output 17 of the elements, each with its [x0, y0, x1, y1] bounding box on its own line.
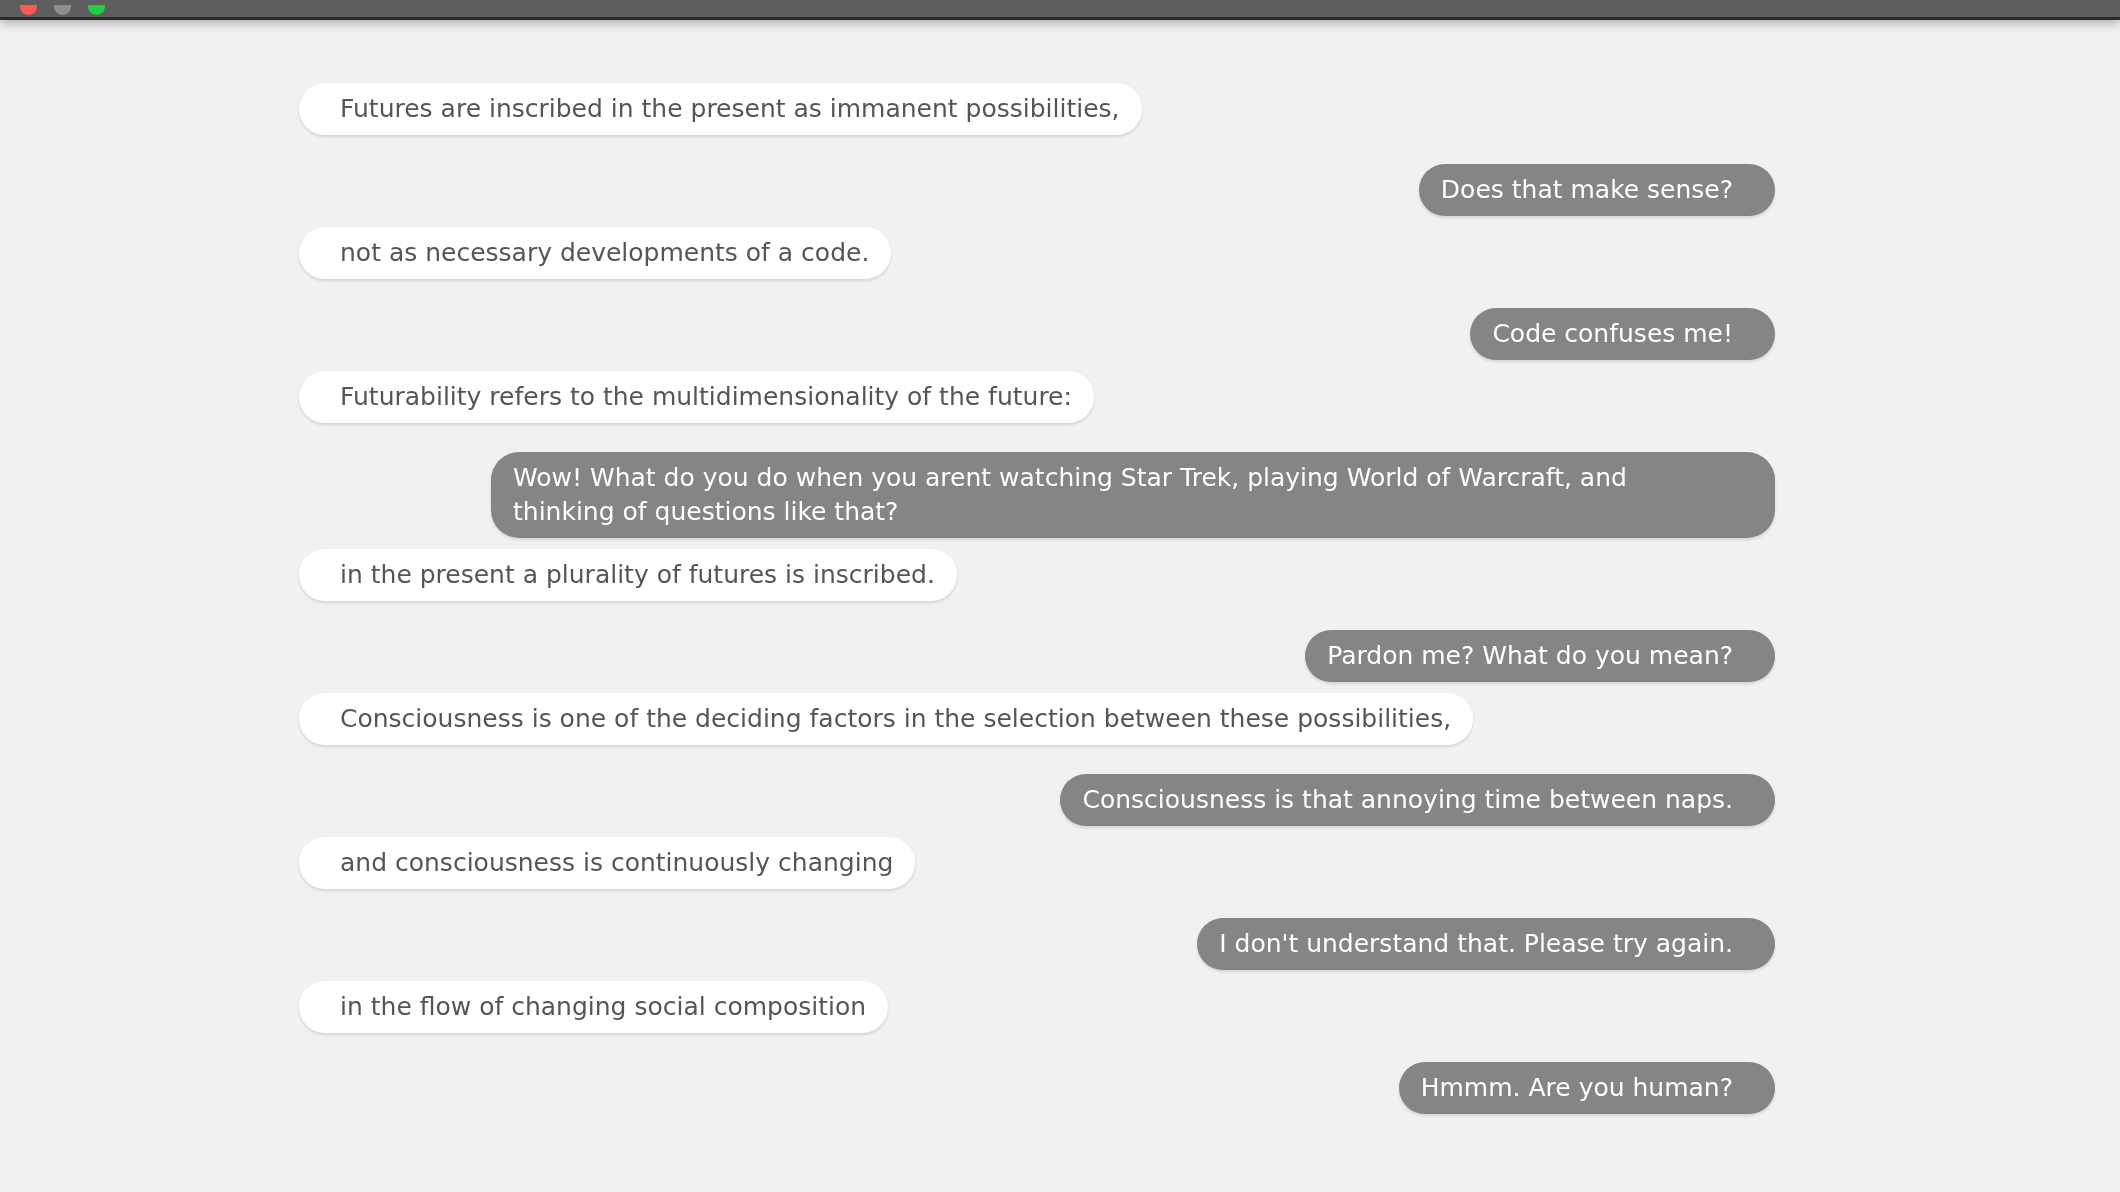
chat-message: Hmmm. Are you human? [1398, 1062, 1775, 1114]
chat-message: Futurability refers to the multidimensionality of the future: [299, 371, 1094, 423]
chat-message: in the flow of changing social composition [299, 981, 889, 1033]
minimize-icon[interactable] [54, 5, 71, 15]
chat-message: Wow! What do you do when you arent watching Star Trek, playing World of Warcraft, and thinking of questions like that? [491, 452, 1775, 538]
chat-message: not as necessary developments of a code. [299, 227, 892, 279]
chat-message: Pardon me? What do you mean? [1305, 630, 1775, 682]
zoom-icon[interactable] [88, 5, 105, 15]
chat-message: Consciousness is one of the deciding factors in the selection between these possibilities, [299, 693, 1474, 745]
chat-message: I don't understand that. Please try again. [1197, 918, 1775, 970]
chat-message: Futures are inscribed in the present as immanent possibilities, [299, 83, 1142, 135]
chat-message: Code confuses me! [1470, 308, 1775, 360]
chat-message: Consciousness is that annoying time between naps. [1060, 774, 1775, 826]
close-icon[interactable] [20, 5, 37, 15]
chat-message: and consciousness is continuously changing [299, 837, 916, 889]
chat-message: Does that make sense? [1418, 164, 1775, 216]
chat-message: in the present a plurality of futures is inscribed. [299, 549, 957, 601]
